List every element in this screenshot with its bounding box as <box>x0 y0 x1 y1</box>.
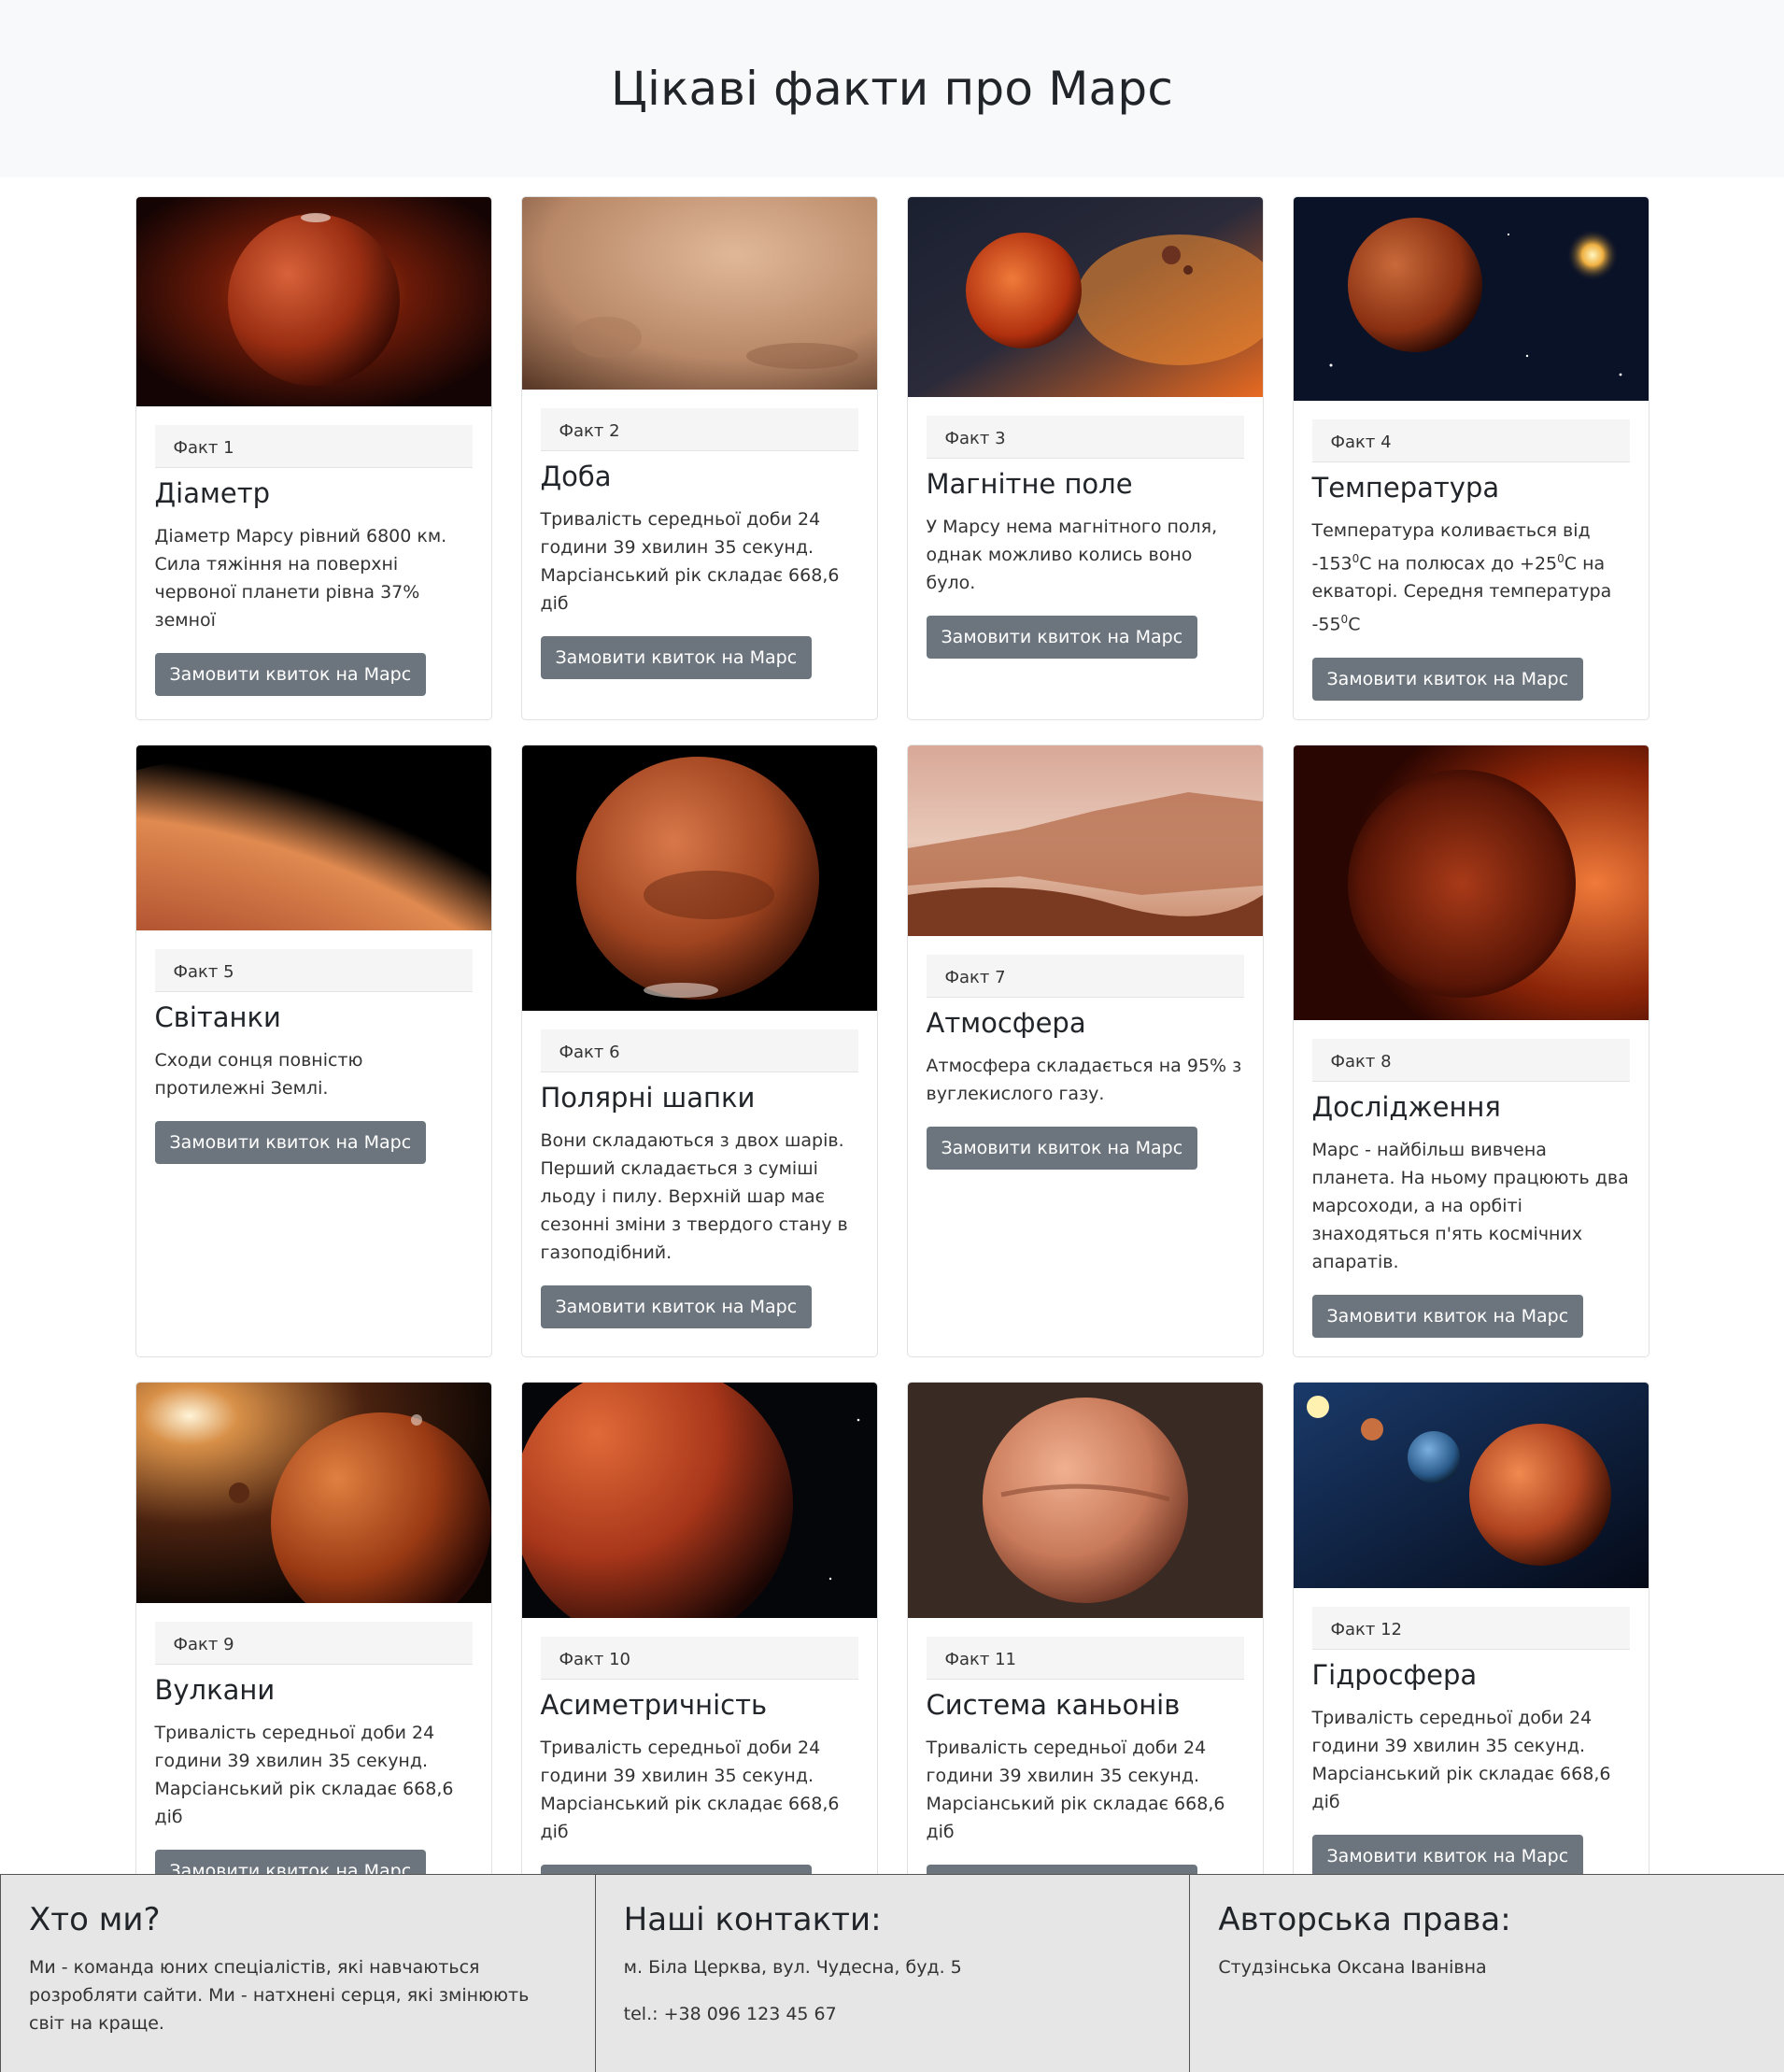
footer-address: м. Біла Церква, вул. Чудесна, буд. 5 <box>623 1957 962 1978</box>
card-header: Факт 11 <box>926 1636 1244 1680</box>
order-ticket-button[interactable]: Замовити квиток на Марс <box>926 1126 1198 1170</box>
fact-card: Факт 11 Система каньонів Тривалість сере… <box>906 1381 1264 1927</box>
order-ticket-button[interactable]: Замовити квиток на Марс <box>926 616 1198 659</box>
order-ticket-button[interactable]: Замовити квиток на Марс <box>540 1284 813 1328</box>
card-header: Факт 4 <box>1311 419 1630 462</box>
mars-image <box>1293 745 1649 1020</box>
card-header: Факт 12 <box>1311 1606 1630 1650</box>
card-text: Тривалість середньої доби 24 години 39 х… <box>540 509 840 614</box>
order-ticket-button[interactable]: Замовити квиток на Марс <box>1311 657 1584 701</box>
order-ticket-button[interactable]: Замовити квиток на Марс <box>154 1120 427 1164</box>
footer-about-text: Ми - команда юних спеціалістів, які навч… <box>29 1957 530 2034</box>
card-title: Магнітне поле <box>926 468 1133 500</box>
card-title: Система каньонів <box>926 1688 1181 1721</box>
card-title: Вулкани <box>154 1673 276 1706</box>
card-header: Факт 8 <box>1311 1038 1630 1082</box>
mars-image <box>1293 1382 1649 1588</box>
fact-card: Факт 1 Діаметр Діаметр Марсу рівний 6800… <box>135 196 492 720</box>
mars-image <box>135 197 491 406</box>
card-text: Марс - найбільш вивчена планета. На ньом… <box>1311 1139 1629 1272</box>
fact-card: Факт 7 Атмосфера Атмосфера складається н… <box>906 744 1264 1357</box>
card-title: Температура <box>1311 472 1500 504</box>
mars-image <box>907 197 1263 397</box>
card-title: Дослідження <box>1311 1090 1501 1123</box>
mars-image <box>1293 197 1649 401</box>
mars-image <box>135 745 491 930</box>
footer-contacts: Наші контакти: м. Біла Церква, вул. Чуде… <box>594 1875 1190 2072</box>
mars-image <box>521 745 877 1011</box>
fact-card: Факт 4 Температура Температура коливаєть… <box>1292 196 1649 720</box>
card-header: Факт 2 <box>540 408 858 451</box>
card-text: Тривалість середньої доби 24 години 39 х… <box>154 1722 454 1827</box>
mars-image <box>135 1382 491 1603</box>
mars-image <box>521 1382 877 1618</box>
card-title: Асиметричність <box>540 1688 768 1721</box>
footer-contacts-title: Наші контакти: <box>623 1901 882 1938</box>
fact-card: Факт 6 Полярні шапки Вони складаються з … <box>520 744 878 1357</box>
page-title: Цікаві факти про Марс <box>610 62 1174 116</box>
fact-card: Факт 5 Світанки Сходи сонця повністю про… <box>135 744 492 1357</box>
card-title: Діаметр <box>154 477 271 509</box>
card-header: Факт 7 <box>926 954 1244 998</box>
fact-card: Факт 9 Вулкани Тривалість середньої доби… <box>135 1381 492 1927</box>
card-text: Тривалість середньої доби 24 години 39 х… <box>540 1737 840 1842</box>
card-header: Факт 6 <box>540 1029 858 1072</box>
card-title: Атмосфера <box>926 1006 1086 1039</box>
footer-copyright-title: Авторська права: <box>1218 1901 1511 1938</box>
card-header: Факт 1 <box>154 425 473 468</box>
footer-phone: tel.: +38 096 123 45 67 <box>623 2004 837 2024</box>
mars-image <box>907 745 1263 936</box>
fact-card: Факт 2 Доба Тривалість середньої доби 24… <box>520 196 878 720</box>
order-ticket-button[interactable]: Замовити квиток на Марс <box>154 653 427 696</box>
mars-image <box>521 197 877 390</box>
card-title: Світанки <box>154 1001 281 1033</box>
card-text: Сходи сонця повністю протилежні Землі. <box>154 1049 363 1099</box>
fact-card: Факт 12 Гідросфера Тривалість середньої … <box>1292 1381 1649 1927</box>
card-text: Температура коливається від -1530C на по… <box>1311 520 1612 635</box>
footer-about-title: Хто ми? <box>29 1901 161 1938</box>
card-text: Атмосфера складається на 95% з вуглекисл… <box>926 1055 1242 1104</box>
card-text: Тривалість середньої доби 24 години 39 х… <box>926 1737 1225 1842</box>
site-footer: Хто ми? Ми - команда юних спеціалістів, … <box>0 1874 1784 2072</box>
footer-author: Студзінська Оксана Іванівна <box>1218 1957 1487 1978</box>
fact-card: Факт 3 Магнітне поле У Марсу нема магніт… <box>906 196 1264 720</box>
fact-card: Факт 8 Дослідження Марс - найбільш вивче… <box>1292 744 1649 1357</box>
card-header: Факт 10 <box>540 1636 858 1680</box>
card-text: У Марсу нема магнітного поля, однак можл… <box>926 517 1218 593</box>
card-header: Факт 9 <box>154 1621 473 1665</box>
order-ticket-button[interactable]: Замовити квиток на Марс <box>1311 1834 1584 1878</box>
card-text: Діаметр Марсу рівний 6800 км. Сила тяжін… <box>154 526 447 631</box>
card-header: Факт 3 <box>926 416 1244 459</box>
hero-banner: Цікаві факти про Марс <box>0 0 1784 177</box>
mars-image <box>907 1382 1263 1618</box>
card-title: Доба <box>540 461 612 492</box>
card-header: Факт 5 <box>154 948 473 992</box>
card-title: Полярні шапки <box>540 1081 756 1114</box>
facts-grid: Факт 1 Діаметр Діаметр Марсу рівний 6800… <box>135 196 1649 1927</box>
footer-about: Хто ми? Ми - команда юних спеціалістів, … <box>0 1875 595 2072</box>
card-text: Тривалість середньої доби 24 години 39 х… <box>1311 1707 1611 1812</box>
footer-copyright: Авторська права: Студзінська Оксана Іван… <box>1189 1875 1784 2072</box>
card-text: Вони складаються з двох шарів. Перший ск… <box>540 1129 848 1263</box>
order-ticket-button[interactable]: Замовити квиток на Марс <box>1311 1294 1584 1338</box>
card-title: Гідросфера <box>1311 1658 1478 1691</box>
order-ticket-button[interactable]: Замовити квиток на Марс <box>540 636 813 679</box>
fact-card: Факт 10 Асиметричність Тривалість середн… <box>520 1381 878 1927</box>
